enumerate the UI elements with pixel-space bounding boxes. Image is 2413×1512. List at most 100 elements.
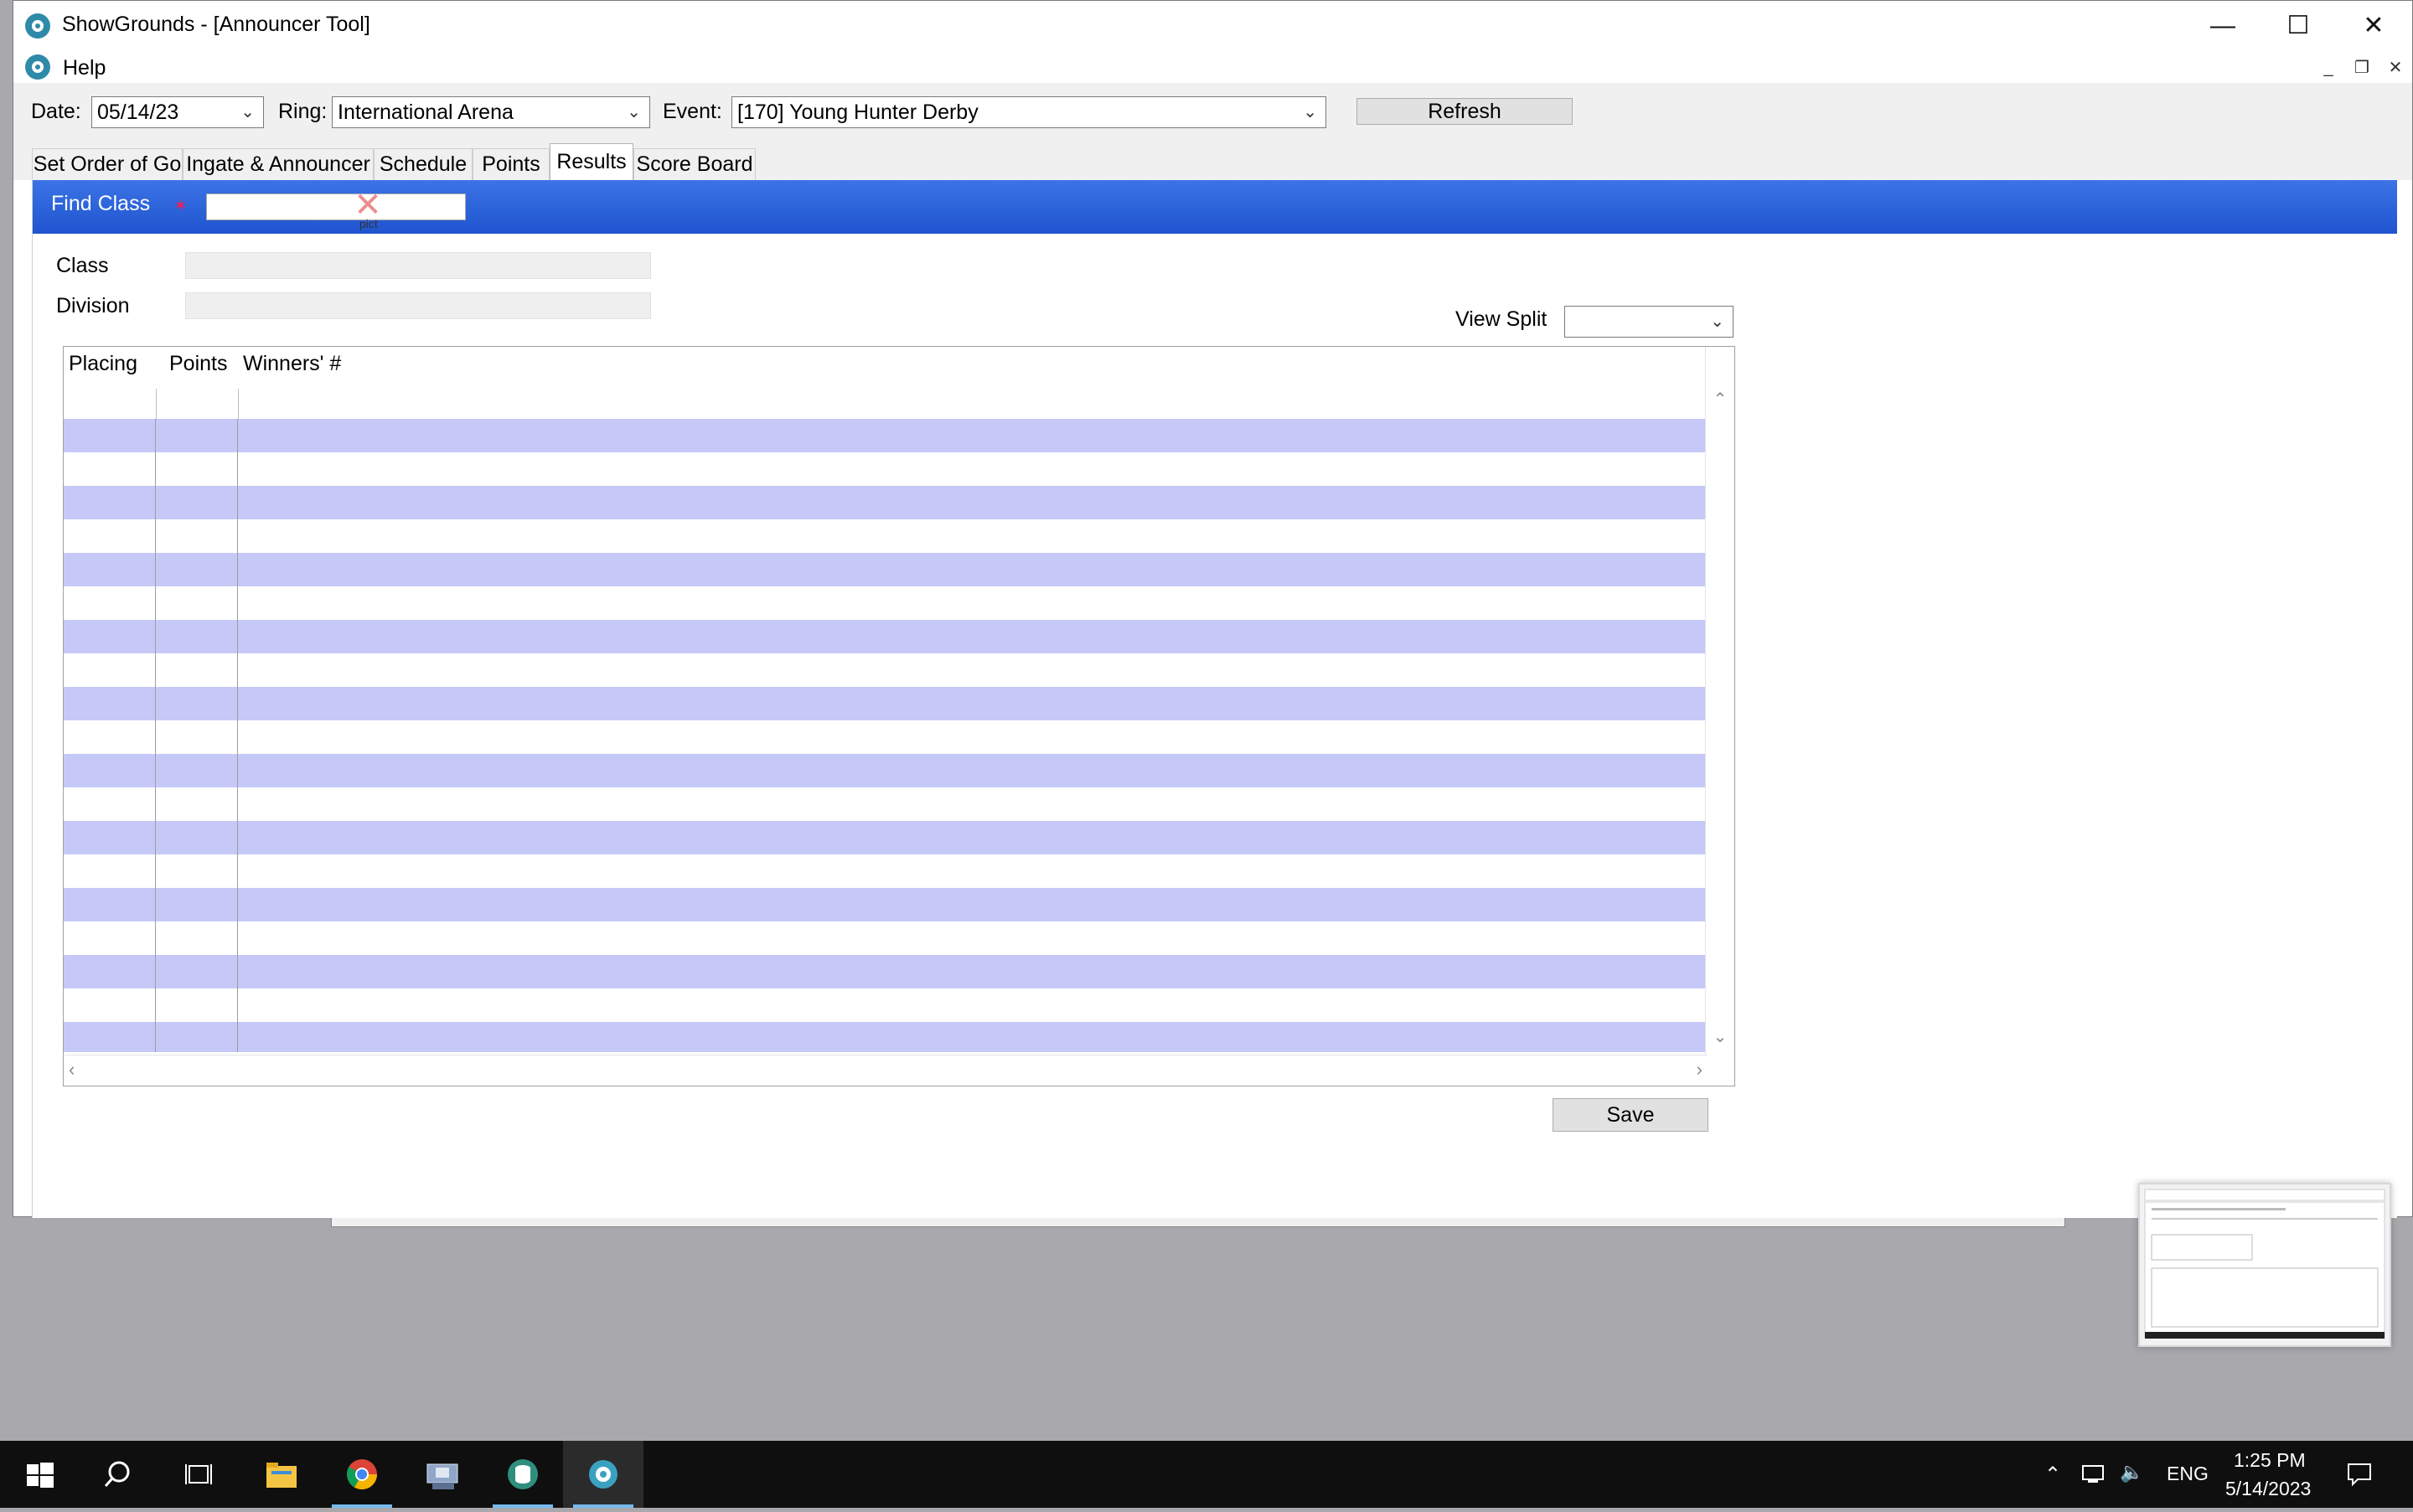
points-cell[interactable]: [156, 787, 238, 821]
table-row[interactable]: [64, 1022, 1708, 1052]
mdi-close-button[interactable]: ✕: [2383, 58, 2408, 78]
points-cell[interactable]: [156, 620, 238, 653]
scroll-left-icon[interactable]: ‹: [69, 1059, 75, 1081]
vertical-scrollbar[interactable]: ⌃ ⌄: [1705, 347, 1734, 1055]
winners-cell[interactable]: [238, 519, 1708, 553]
placing-cell[interactable]: [64, 720, 156, 754]
placing-cell[interactable]: [64, 955, 156, 988]
winners-cell[interactable]: [238, 787, 1708, 821]
scroll-right-icon[interactable]: ›: [1697, 1059, 1703, 1081]
clock-date[interactable]: 5/14/2023: [2225, 1478, 2311, 1500]
table-row[interactable]: [64, 720, 1708, 754]
table-row[interactable]: [64, 419, 1708, 452]
mdi-restore-button[interactable]: ❐: [2349, 58, 2374, 78]
language-indicator[interactable]: ENG: [2167, 1463, 2209, 1485]
points-cell[interactable]: [156, 854, 238, 888]
points-cell[interactable]: [156, 988, 238, 1022]
points-cell[interactable]: [156, 586, 238, 620]
winners-cell[interactable]: [238, 854, 1708, 888]
title-bar[interactable]: ShowGrounds - [Announcer Tool] — ☐ ✕: [13, 1, 2412, 51]
tab-schedule[interactable]: Schedule: [374, 148, 473, 180]
column-header-winners[interactable]: Winners' #: [243, 352, 341, 376]
winners-cell[interactable]: [238, 419, 1708, 452]
placing-cell[interactable]: [64, 888, 156, 921]
points-cell[interactable]: [156, 821, 238, 854]
mdi-minimize-button[interactable]: _: [2316, 58, 2341, 78]
find-class-input[interactable]: [206, 194, 466, 220]
winners-cell[interactable]: [238, 653, 1708, 687]
tab-set-order-of-go[interactable]: Set Order of Go: [32, 148, 183, 180]
horizontal-scrollbar[interactable]: ‹ ›: [64, 1055, 1708, 1086]
table-row[interactable]: [64, 519, 1708, 553]
volume-icon[interactable]: 🔈: [2120, 1461, 2144, 1484]
points-cell[interactable]: [156, 687, 238, 720]
table-row[interactable]: [64, 687, 1708, 720]
table-row[interactable]: [64, 921, 1708, 955]
winners-cell[interactable]: [238, 486, 1708, 519]
tab-results[interactable]: Results: [550, 143, 633, 180]
clock-time[interactable]: 1:25 PM: [2234, 1449, 2306, 1472]
winners-cell[interactable]: [238, 888, 1708, 921]
points-cell[interactable]: [156, 921, 238, 955]
table-row[interactable]: [64, 854, 1708, 888]
table-row[interactable]: [64, 787, 1708, 821]
view-split-select[interactable]: ⌄: [1564, 306, 1734, 338]
points-cell[interactable]: [156, 754, 238, 787]
table-row[interactable]: [64, 452, 1708, 486]
points-cell[interactable]: [156, 452, 238, 486]
placing-cell[interactable]: [64, 586, 156, 620]
placing-cell[interactable]: [64, 1022, 156, 1052]
file-explorer-icon[interactable]: [241, 1441, 322, 1508]
winners-cell[interactable]: [238, 955, 1708, 988]
points-cell[interactable]: [156, 720, 238, 754]
placing-cell[interactable]: [64, 486, 156, 519]
placing-cell[interactable]: [64, 419, 156, 452]
close-button[interactable]: ✕: [2340, 6, 2407, 46]
notifications-icon[interactable]: [2346, 1461, 2373, 1488]
placing-cell[interactable]: [64, 620, 156, 653]
winners-cell[interactable]: [238, 988, 1708, 1022]
chrome-icon[interactable]: [322, 1441, 402, 1508]
winners-cell[interactable]: [238, 921, 1708, 955]
tab-ingate-announcer[interactable]: Ingate & Announcer: [183, 148, 374, 180]
placing-cell[interactable]: [64, 553, 156, 586]
placing-cell[interactable]: [64, 821, 156, 854]
table-row[interactable]: [64, 988, 1708, 1022]
table-row[interactable]: [64, 620, 1708, 653]
placing-cell[interactable]: [64, 988, 156, 1022]
points-cell[interactable]: [156, 955, 238, 988]
refresh-button[interactable]: Refresh: [1356, 98, 1573, 125]
winners-cell[interactable]: [238, 553, 1708, 586]
winners-cell[interactable]: [238, 821, 1708, 854]
network-icon[interactable]: [2081, 1463, 2106, 1486]
winners-cell[interactable]: [238, 586, 1708, 620]
menu-help[interactable]: Help: [63, 56, 106, 80]
points-cell[interactable]: [156, 1022, 238, 1052]
points-cell[interactable]: [156, 519, 238, 553]
tab-points[interactable]: Points: [473, 148, 550, 180]
window-thumbnail-preview[interactable]: [2138, 1183, 2391, 1347]
placing-cell[interactable]: [64, 519, 156, 553]
table-row[interactable]: [64, 821, 1708, 854]
column-header-points[interactable]: Points: [169, 352, 227, 376]
column-header-placing[interactable]: Placing: [69, 352, 137, 376]
search-icon[interactable]: [80, 1441, 161, 1508]
database-app-icon[interactable]: [483, 1441, 563, 1508]
mdi-app-icon[interactable]: [25, 54, 50, 80]
event-select[interactable]: [170] Young Hunter Derby ⌄: [731, 96, 1326, 128]
points-cell[interactable]: [156, 486, 238, 519]
winners-cell[interactable]: [238, 720, 1708, 754]
table-row[interactable]: [64, 653, 1708, 687]
placing-cell[interactable]: [64, 687, 156, 720]
placing-cell[interactable]: [64, 854, 156, 888]
scroll-up-icon[interactable]: ⌃: [1706, 389, 1734, 410]
minimize-button[interactable]: —: [2189, 6, 2256, 46]
placing-cell[interactable]: [64, 452, 156, 486]
placing-cell[interactable]: [64, 921, 156, 955]
table-row[interactable]: [64, 955, 1708, 988]
winners-cell[interactable]: [238, 687, 1708, 720]
placing-cell[interactable]: [64, 754, 156, 787]
points-cell[interactable]: [156, 419, 238, 452]
points-cell[interactable]: [156, 888, 238, 921]
placing-cell[interactable]: [64, 653, 156, 687]
